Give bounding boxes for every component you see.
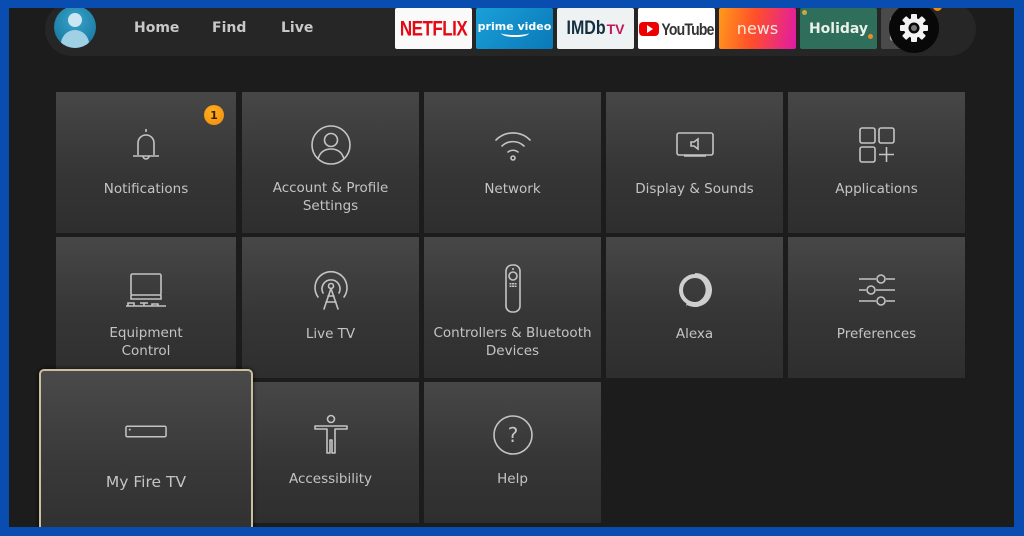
ornament-icon	[802, 10, 807, 15]
tile-notifications[interactable]: 1 Notifications	[56, 92, 236, 233]
tile-accessibility[interactable]: Accessibility	[242, 382, 419, 523]
nav-home[interactable]: Home	[134, 20, 179, 36]
tile-label: Notifications	[103, 181, 189, 197]
tile-display-sounds[interactable]: Display & Sounds	[606, 92, 783, 233]
user-avatar-icon	[68, 13, 82, 27]
tile-controllers-bluetooth[interactable]: Controllers & Bluetooth Devices	[424, 237, 601, 378]
tv-equipment-icon	[125, 269, 167, 311]
app-imdb-tv[interactable]: IMDb TV	[557, 8, 634, 49]
profile-avatar[interactable]	[54, 8, 96, 48]
tile-alexa[interactable]: Alexa	[606, 237, 783, 378]
user-circle-icon	[310, 124, 352, 166]
tile-label: Network	[484, 181, 541, 197]
news-logo: news	[736, 19, 779, 38]
tile-label: Accessibility	[288, 471, 373, 487]
tile-label: Controllers & Bluetooth Devices	[433, 325, 592, 359]
netflix-logo: NETFLIX	[399, 16, 468, 40]
holiday-label: Holiday	[808, 20, 869, 37]
app-youtube[interactable]: YouTube	[638, 8, 715, 49]
nav-live[interactable]: Live	[281, 20, 313, 36]
tile-preferences[interactable]: Preferences	[788, 237, 965, 378]
app-netflix[interactable]: NETFLIX	[395, 8, 472, 49]
accessibility-icon	[310, 414, 352, 456]
tile-my-fire-tv[interactable]: My Fire TV	[39, 369, 253, 527]
tile-label: Live TV	[305, 326, 356, 342]
tile-label: Equipment Control	[109, 325, 183, 359]
alexa-ring-icon	[674, 269, 716, 311]
sliders-icon	[856, 269, 898, 311]
svg-text:?: ?	[507, 423, 518, 447]
tile-label: Display & Sounds	[635, 181, 754, 197]
imdb-logo: IMDb	[566, 17, 606, 39]
display-sound-icon	[674, 124, 716, 166]
amazon-smile-icon	[500, 29, 529, 37]
gear-icon	[900, 14, 928, 42]
ornament-dot-icon	[868, 34, 873, 39]
fire-tv-device-icon	[125, 411, 167, 453]
wifi-icon	[492, 124, 534, 166]
tile-network[interactable]: Network	[424, 92, 601, 233]
youtube-play-icon	[639, 21, 660, 36]
tile-label: My Fire TV	[105, 473, 187, 491]
antenna-icon	[310, 269, 352, 311]
app-holiday[interactable]: Holiday	[800, 8, 877, 49]
tile-help[interactable]: ? Help	[424, 382, 601, 523]
tile-label: Account & Profile Settings	[272, 180, 389, 214]
tile-applications[interactable]: Applications	[788, 92, 965, 233]
imdb-tv-suffix: TV	[606, 20, 625, 37]
fire-tv-settings-screen: Home Find Live NETFLIX prime video IMDb …	[9, 8, 1014, 527]
tile-label: Preferences	[836, 326, 917, 342]
tile-live-tv[interactable]: Live TV	[242, 237, 419, 378]
remote-icon	[492, 264, 534, 314]
avatar-body	[61, 30, 89, 48]
youtube-logo: YouTube	[661, 18, 714, 39]
notification-count-badge: 1	[204, 105, 224, 125]
tile-label: Applications	[835, 181, 918, 197]
tile-label: Alexa	[675, 326, 714, 342]
tile-equipment-control[interactable]: Equipment Control	[56, 237, 236, 378]
nav-find[interactable]: Find	[212, 20, 246, 36]
help-circle-icon: ?	[492, 414, 534, 456]
app-prime-video[interactable]: prime video	[476, 8, 553, 49]
apps-plus-icon	[856, 124, 898, 166]
tile-account-profile-settings[interactable]: Account & Profile Settings	[242, 92, 419, 233]
tile-label: Help	[497, 471, 528, 487]
app-news[interactable]: news	[719, 8, 796, 49]
bell-icon	[125, 124, 167, 166]
